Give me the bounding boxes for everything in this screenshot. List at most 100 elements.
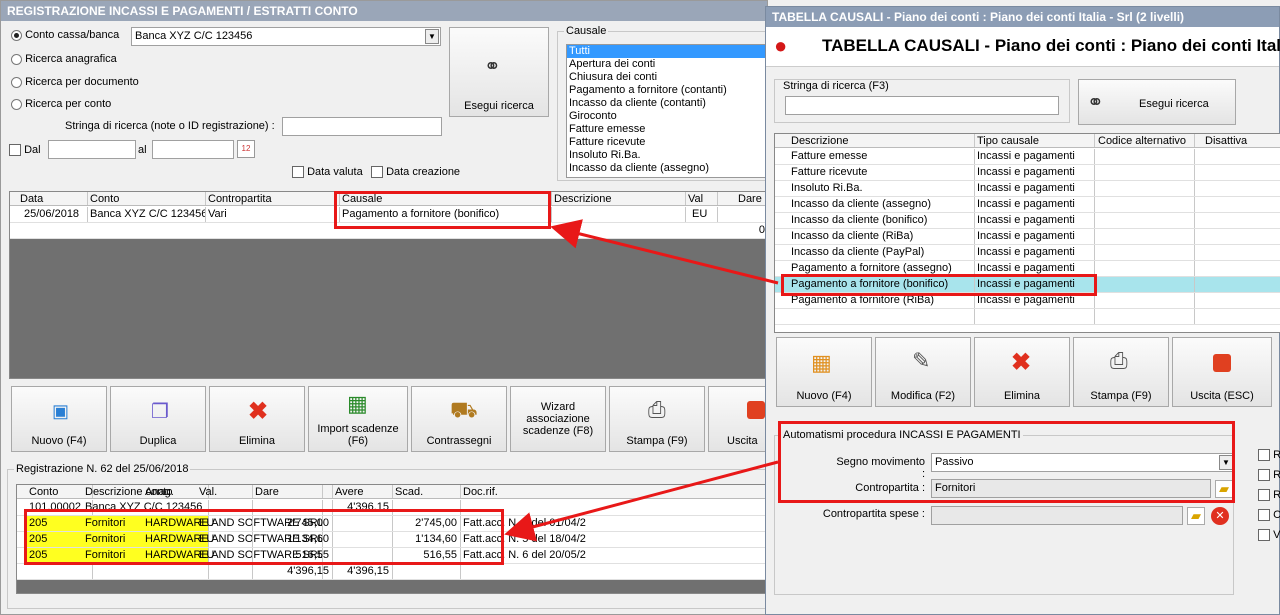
table-cell — [1095, 149, 1195, 164]
contrassegni-button[interactable]: ⛟ Contrassegni — [411, 386, 507, 452]
causale-list-item[interactable]: Insoluto Ri.Ba. — [567, 149, 769, 162]
radio-conto-cassa[interactable]: Conto cassa/banca — [11, 29, 119, 41]
column-header[interactable]: Dare — [253, 485, 333, 498]
table-cell — [1195, 165, 1280, 180]
data-creazione-checkbox[interactable]: Data creazione — [371, 166, 460, 179]
causale-list-item[interactable]: Fatture ricevute — [567, 136, 769, 149]
stampa-button[interactable]: ⎙ Stampa (F9) — [1073, 337, 1169, 407]
radio-ricerca-anagrafica[interactable]: Ricerca anagrafica — [11, 53, 117, 65]
account-select[interactable]: Banca XYZ C/C 123456 ▼ — [131, 27, 441, 46]
dal-input[interactable] — [48, 140, 136, 159]
edit-icon: ✎ — [912, 348, 931, 373]
causale-list[interactable]: Tutti Apertura dei conti Chiusura dei cont… — [566, 44, 770, 178]
al-input[interactable] — [152, 140, 234, 159]
table-row[interactable]: 4'396,15 4'396,15 — [17, 564, 771, 580]
column-header[interactable]: Val. — [197, 485, 253, 498]
table-row[interactable]: Fatture emesse Incassi e pagamenti — [775, 149, 1280, 165]
printer-icon: ⎙ — [648, 397, 666, 422]
printer-icon: ⎙ — [1110, 348, 1128, 373]
table-cell — [1095, 261, 1195, 276]
side-checkbox[interactable]: Ri — [1258, 469, 1280, 489]
table-cell: Incasso da cliente (bonifico) — [789, 213, 975, 228]
esegui-ricerca-button[interactable]: ⚭ Esegui ricerca — [1078, 79, 1236, 125]
table-row[interactable]: Incasso da cliente (RiBa) Incassi e pagam… — [775, 229, 1280, 245]
wizard-scadenze-button[interactable]: Wizard associazione scadenze (F8) — [510, 386, 606, 452]
table-row[interactable]: Fatture ricevute Incassi e pagamenti — [775, 165, 1280, 181]
causale-list-item[interactable]: Apertura dei conti — [567, 58, 769, 71]
table-cell: Incasso da cliente (PayPal) — [789, 245, 975, 260]
radio-ricerca-documento[interactable]: Ricerca per documento — [11, 76, 139, 88]
causale-list-item[interactable]: Giroconto — [567, 110, 769, 123]
table-cell: 4'396,15 — [253, 564, 333, 579]
causale-group: Causale Tutti Apertura dei conti Chiusura … — [557, 25, 770, 181]
spreadsheet-icon: ▦ — [347, 391, 368, 416]
delete-icon: ✖ — [248, 398, 269, 425]
dal-checkbox[interactable]: Dal — [9, 144, 41, 157]
search-input[interactable] — [282, 117, 442, 136]
binoculars-icon: ⚭ — [484, 56, 501, 78]
radio-ricerca-conto[interactable]: Ricerca per conto — [11, 98, 111, 110]
table-cell — [1195, 229, 1280, 244]
nuovo-button[interactable]: ▦ Nuovo (F4) — [776, 337, 872, 407]
elimina-button[interactable]: ✖ Elimina — [974, 337, 1070, 407]
table-cell — [1095, 245, 1195, 260]
side-checkbox[interactable]: Vi — [1258, 529, 1280, 549]
duplica-button[interactable]: ❐ Duplica — [110, 386, 206, 452]
table-row[interactable]: Incasso da cliente (assegno) Incassi e pa… — [775, 197, 1280, 213]
causali-grid[interactable]: Descrizione Tipo causale Codice alternat… — [774, 133, 1280, 333]
causale-list-item[interactable]: Pagamento a fornitore (contanti) — [567, 84, 769, 97]
import-scadenze-button[interactable]: ▦ Import scadenze (F6) — [308, 386, 408, 452]
causale-list-item[interactable]: Fatture emesse — [567, 123, 769, 136]
chevron-down-icon: ▼ — [425, 29, 439, 44]
spese-input[interactable] — [931, 506, 1183, 525]
tabella-causali-window: TABELLA CAUSALI - Piano dei conti : Pian… — [765, 6, 1280, 615]
calendar-icon[interactable]: 12 — [237, 140, 255, 158]
table-row[interactable] — [775, 309, 1280, 325]
table-row[interactable]: Insoluto Ri.Ba. Incassi e pagamenti — [775, 181, 1280, 197]
table-cell — [461, 500, 771, 515]
table-cell — [1095, 293, 1195, 308]
table-cell — [975, 309, 1095, 324]
table-cell: Fatture emesse — [789, 149, 975, 164]
causale-list-item[interactable]: Chiusura dei conti — [567, 71, 769, 84]
table-cell — [1195, 245, 1280, 260]
causale-list-item[interactable]: Tutti — [567, 45, 769, 58]
table-cell — [1095, 229, 1195, 244]
nuovo-button[interactable]: ▣ Nuovo (F4) — [11, 386, 107, 452]
table-row[interactable]: Incasso da cliente (bonifico) Incassi e p… — [775, 213, 1280, 229]
folder-icon[interactable]: ▰ — [1187, 507, 1205, 525]
exit-icon — [747, 401, 765, 419]
table-cell: 4'396,15 — [333, 564, 393, 579]
uscita-button[interactable]: Uscita — [708, 386, 769, 452]
side-checkbox[interactable]: Ri — [1258, 489, 1280, 509]
causale-list-item[interactable]: Incasso da cliente (assegno) — [567, 162, 769, 175]
side-checkboxes: Ri Ri Ri Ca Vi — [1258, 449, 1280, 549]
side-checkbox[interactable]: Ri — [1258, 449, 1280, 469]
grid-empty-area — [17, 580, 769, 593]
table-row[interactable]: Incasso da cliente (PayPal) Incassi e pag… — [775, 245, 1280, 261]
rows-highlight — [24, 509, 504, 565]
table-cell — [1095, 181, 1195, 196]
table-cell — [1095, 309, 1195, 324]
table-cell — [1095, 213, 1195, 228]
stampa-button[interactable]: ⎙ Stampa (F9) — [609, 386, 705, 452]
data-valuta-checkbox[interactable]: Data valuta — [292, 166, 363, 179]
column-header[interactable]: Avere — [333, 485, 393, 498]
table-cell — [1195, 181, 1280, 196]
table-cell — [1095, 197, 1195, 212]
uscita-button[interactable]: Uscita (ESC) — [1172, 337, 1272, 407]
table-cell — [1195, 213, 1280, 228]
column-header[interactable]: Doc.rif. — [461, 485, 771, 498]
esegui-ricerca-button[interactable]: ⚭ Esegui ricerca — [449, 27, 549, 117]
elimina-button[interactable]: ✖ Elimina — [209, 386, 305, 452]
al-label: al — [138, 144, 147, 156]
clear-icon[interactable]: ✕ — [1211, 507, 1229, 525]
column-header[interactable]: Scad. — [393, 485, 461, 498]
causale-list-item[interactable]: Incasso da cliente (contanti) — [567, 97, 769, 110]
new-record-icon: ▣ — [52, 401, 70, 421]
binoculars-icon: ⚭ — [1087, 92, 1104, 114]
table-cell — [789, 309, 975, 324]
modifica-button[interactable]: ✎ Modifica (F2) — [875, 337, 971, 407]
search-input[interactable] — [785, 96, 1059, 115]
side-checkbox[interactable]: Ca — [1258, 509, 1280, 529]
